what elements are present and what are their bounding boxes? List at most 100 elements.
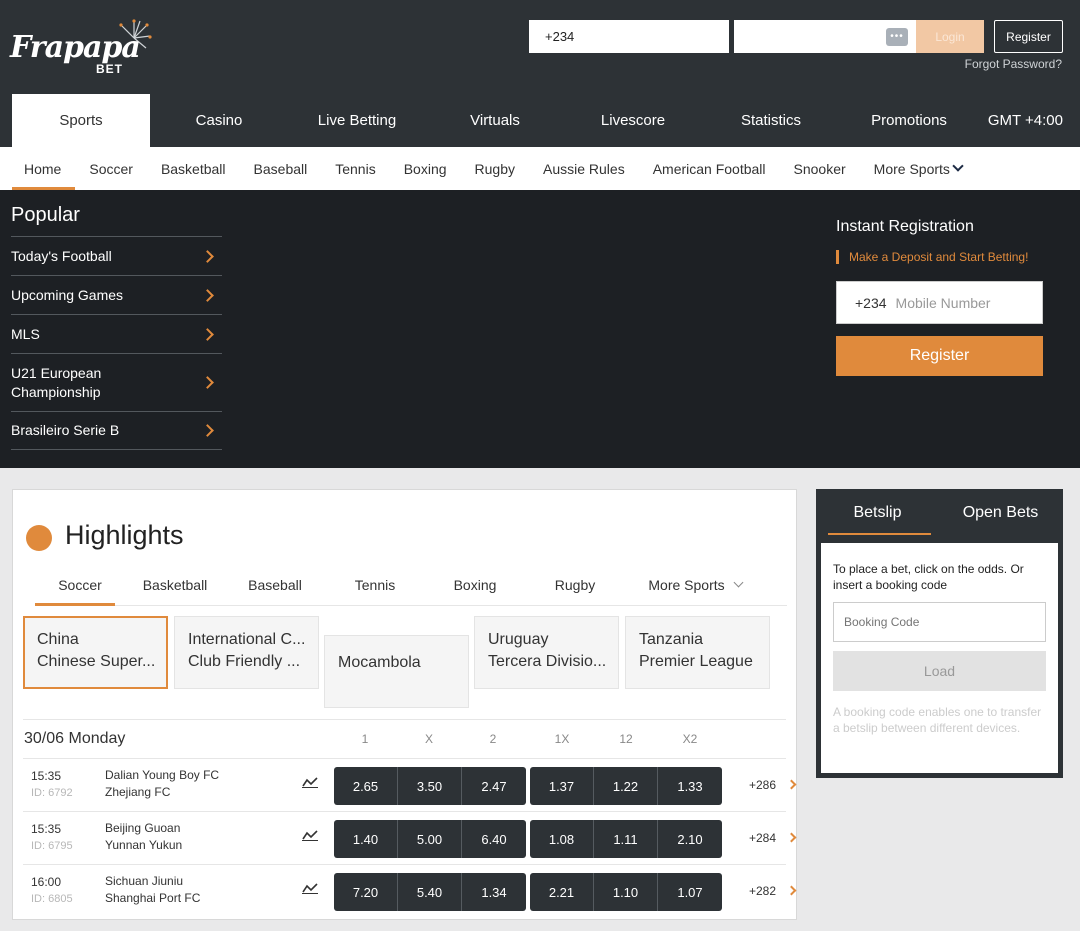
booking-code-input[interactable] (833, 602, 1046, 642)
forgot-password-link[interactable]: Forgot Password? (965, 57, 1062, 71)
tab-soccer[interactable]: Soccer (35, 564, 125, 606)
tab-rugby[interactable]: Rugby (525, 564, 625, 605)
odd-x2[interactable]: 2.10 (658, 820, 722, 858)
more-markets-count[interactable]: +286 (749, 778, 776, 792)
away-team[interactable]: Shanghai Port FC (105, 891, 200, 905)
nav-virtuals[interactable]: Virtuals (426, 94, 564, 147)
subnav-baseball[interactable]: Baseball (240, 147, 322, 190)
tab-basketball[interactable]: Basketball (125, 564, 225, 605)
odd-1x[interactable]: 2.21 (530, 873, 594, 911)
subnav-more-sports[interactable]: More Sports (860, 147, 976, 190)
booking-code-note: A booking code enables one to transfer a… (833, 705, 1042, 735)
league-card-international[interactable]: International C... Club Friendly ... (174, 616, 319, 689)
nav-statistics[interactable]: Statistics (702, 94, 840, 147)
league-card-china[interactable]: China Chinese Super... (23, 616, 168, 689)
league-country: Uruguay (488, 631, 549, 648)
odd-x[interactable]: 5.00 (398, 820, 462, 858)
login-phone-input[interactable] (529, 20, 729, 53)
match-row: 16:00 ID: 6805 Sichuan Jiuniu Shanghai P… (23, 865, 797, 918)
tab-boxing[interactable]: Boxing (425, 564, 525, 605)
odd-12[interactable]: 1.10 (594, 873, 658, 911)
subnav-soccer[interactable]: Soccer (75, 147, 147, 190)
league-card-tanzania[interactable]: Tanzania Premier League (625, 616, 770, 689)
nav-promotions[interactable]: Promotions (840, 94, 978, 147)
more-markets-count[interactable]: +284 (749, 831, 776, 845)
popular-item-brasileiro-serie-b[interactable]: Brasileiro Serie B (11, 411, 222, 450)
col-header-x: X (424, 732, 433, 746)
popular-item-label-line1: U21 European (11, 364, 102, 381)
chevron-right-icon[interactable] (786, 832, 797, 843)
login-button[interactable]: Login (916, 20, 984, 53)
odd-x[interactable]: 3.50 (398, 767, 462, 805)
league-card-mocambola[interactable]: Mocambola (324, 635, 469, 708)
popular-item-u21-european[interactable]: U21 European Championship (11, 353, 222, 411)
stats-chart-icon[interactable] (302, 882, 318, 894)
nav-livescore[interactable]: Livescore (564, 94, 702, 147)
match-id: ID: 6795 (31, 840, 73, 852)
password-toggle-icon[interactable]: ••• (886, 28, 908, 46)
tab-more-sports[interactable]: More Sports (625, 564, 765, 605)
load-button[interactable]: Load (833, 651, 1046, 691)
mobile-number-placeholder: Mobile Number (895, 294, 991, 311)
match-time: 15:35 (31, 769, 62, 783)
subnav-aussie-rules[interactable]: Aussie Rules (529, 147, 639, 190)
odd-1x[interactable]: 1.08 (530, 820, 594, 858)
chevron-down-icon (952, 160, 964, 172)
betslip-body: To place a bet, click on the odds. Or in… (821, 543, 1058, 773)
subnav-basketball[interactable]: Basketball (147, 147, 240, 190)
away-team[interactable]: Zhejiang FC (105, 785, 170, 799)
chevron-right-icon (201, 424, 214, 437)
highlights-dot-icon (26, 525, 52, 551)
home-team[interactable]: Sichuan Jiuniu (105, 874, 183, 888)
register-button[interactable]: Register (994, 20, 1063, 53)
tab-betslip[interactable]: Betslip (816, 489, 939, 537)
subnav-american-football[interactable]: American Football (639, 147, 780, 190)
popular-item-mls[interactable]: MLS (11, 314, 222, 353)
subnav-tennis[interactable]: Tennis (321, 147, 389, 190)
odd-12[interactable]: 1.22 (594, 767, 658, 805)
odd-1[interactable]: 1.40 (334, 820, 398, 858)
timezone-selector[interactable]: GMT +4:00 (988, 112, 1063, 129)
tab-more-sports-label: More Sports (648, 576, 725, 593)
home-team[interactable]: Beijing Guoan (105, 821, 180, 835)
more-markets-count[interactable]: +282 (749, 884, 776, 898)
chevron-right-icon (201, 288, 214, 302)
odd-1x[interactable]: 1.37 (530, 767, 594, 805)
tab-baseball[interactable]: Baseball (225, 564, 325, 605)
nav-sports[interactable]: Sports (12, 94, 150, 147)
popular-item-upcoming-games[interactable]: Upcoming Games (11, 275, 222, 314)
popular-list: Today's Football Upcoming Games MLS U21 … (11, 236, 222, 450)
odd-12[interactable]: 1.11 (594, 820, 658, 858)
away-team[interactable]: Yunnan Yukun (105, 838, 182, 852)
stats-chart-icon[interactable] (302, 776, 318, 788)
subnav-rugby[interactable]: Rugby (461, 147, 529, 190)
stats-chart-icon[interactable] (302, 829, 318, 841)
odd-x2[interactable]: 1.07 (658, 873, 722, 911)
odd-1[interactable]: 7.20 (334, 873, 398, 911)
nav-live-betting[interactable]: Live Betting (288, 94, 426, 147)
match-row: 15:35 ID: 6795 Beijing Guoan Yunnan Yuku… (23, 812, 797, 865)
odd-2[interactable]: 6.40 (462, 820, 526, 858)
odd-2[interactable]: 2.47 (462, 767, 526, 805)
league-card-uruguay[interactable]: Uruguay Tercera Divisio... (474, 616, 619, 689)
home-team[interactable]: Dalian Young Boy FC (105, 768, 219, 782)
mobile-number-field[interactable]: +234 Mobile Number (836, 281, 1043, 324)
tab-tennis[interactable]: Tennis (325, 564, 425, 605)
subnav-boxing[interactable]: Boxing (390, 147, 461, 190)
odd-x[interactable]: 5.40 (398, 873, 462, 911)
chevron-right-icon[interactable] (786, 779, 797, 790)
subnav-snooker[interactable]: Snooker (780, 147, 860, 190)
nav-casino[interactable]: Casino (150, 94, 288, 147)
tab-open-bets[interactable]: Open Bets (939, 489, 1062, 537)
popular-item-todays-football[interactable]: Today's Football (11, 236, 222, 275)
chevron-right-icon[interactable] (786, 885, 797, 896)
login-password-field[interactable]: ••• (734, 20, 916, 53)
brand-logo[interactable]: Frapapa BET (10, 18, 155, 80)
instant-register-button[interactable]: Register (836, 336, 1043, 376)
odd-1[interactable]: 2.65 (334, 767, 398, 805)
subnav-home[interactable]: Home (12, 147, 76, 190)
highlights-tabs: Soccer Basketball Baseball Tennis Boxing… (35, 564, 787, 606)
odd-x2[interactable]: 1.33 (658, 767, 722, 805)
odd-2[interactable]: 1.34 (462, 873, 526, 911)
col-header-x2: X2 (682, 732, 698, 746)
